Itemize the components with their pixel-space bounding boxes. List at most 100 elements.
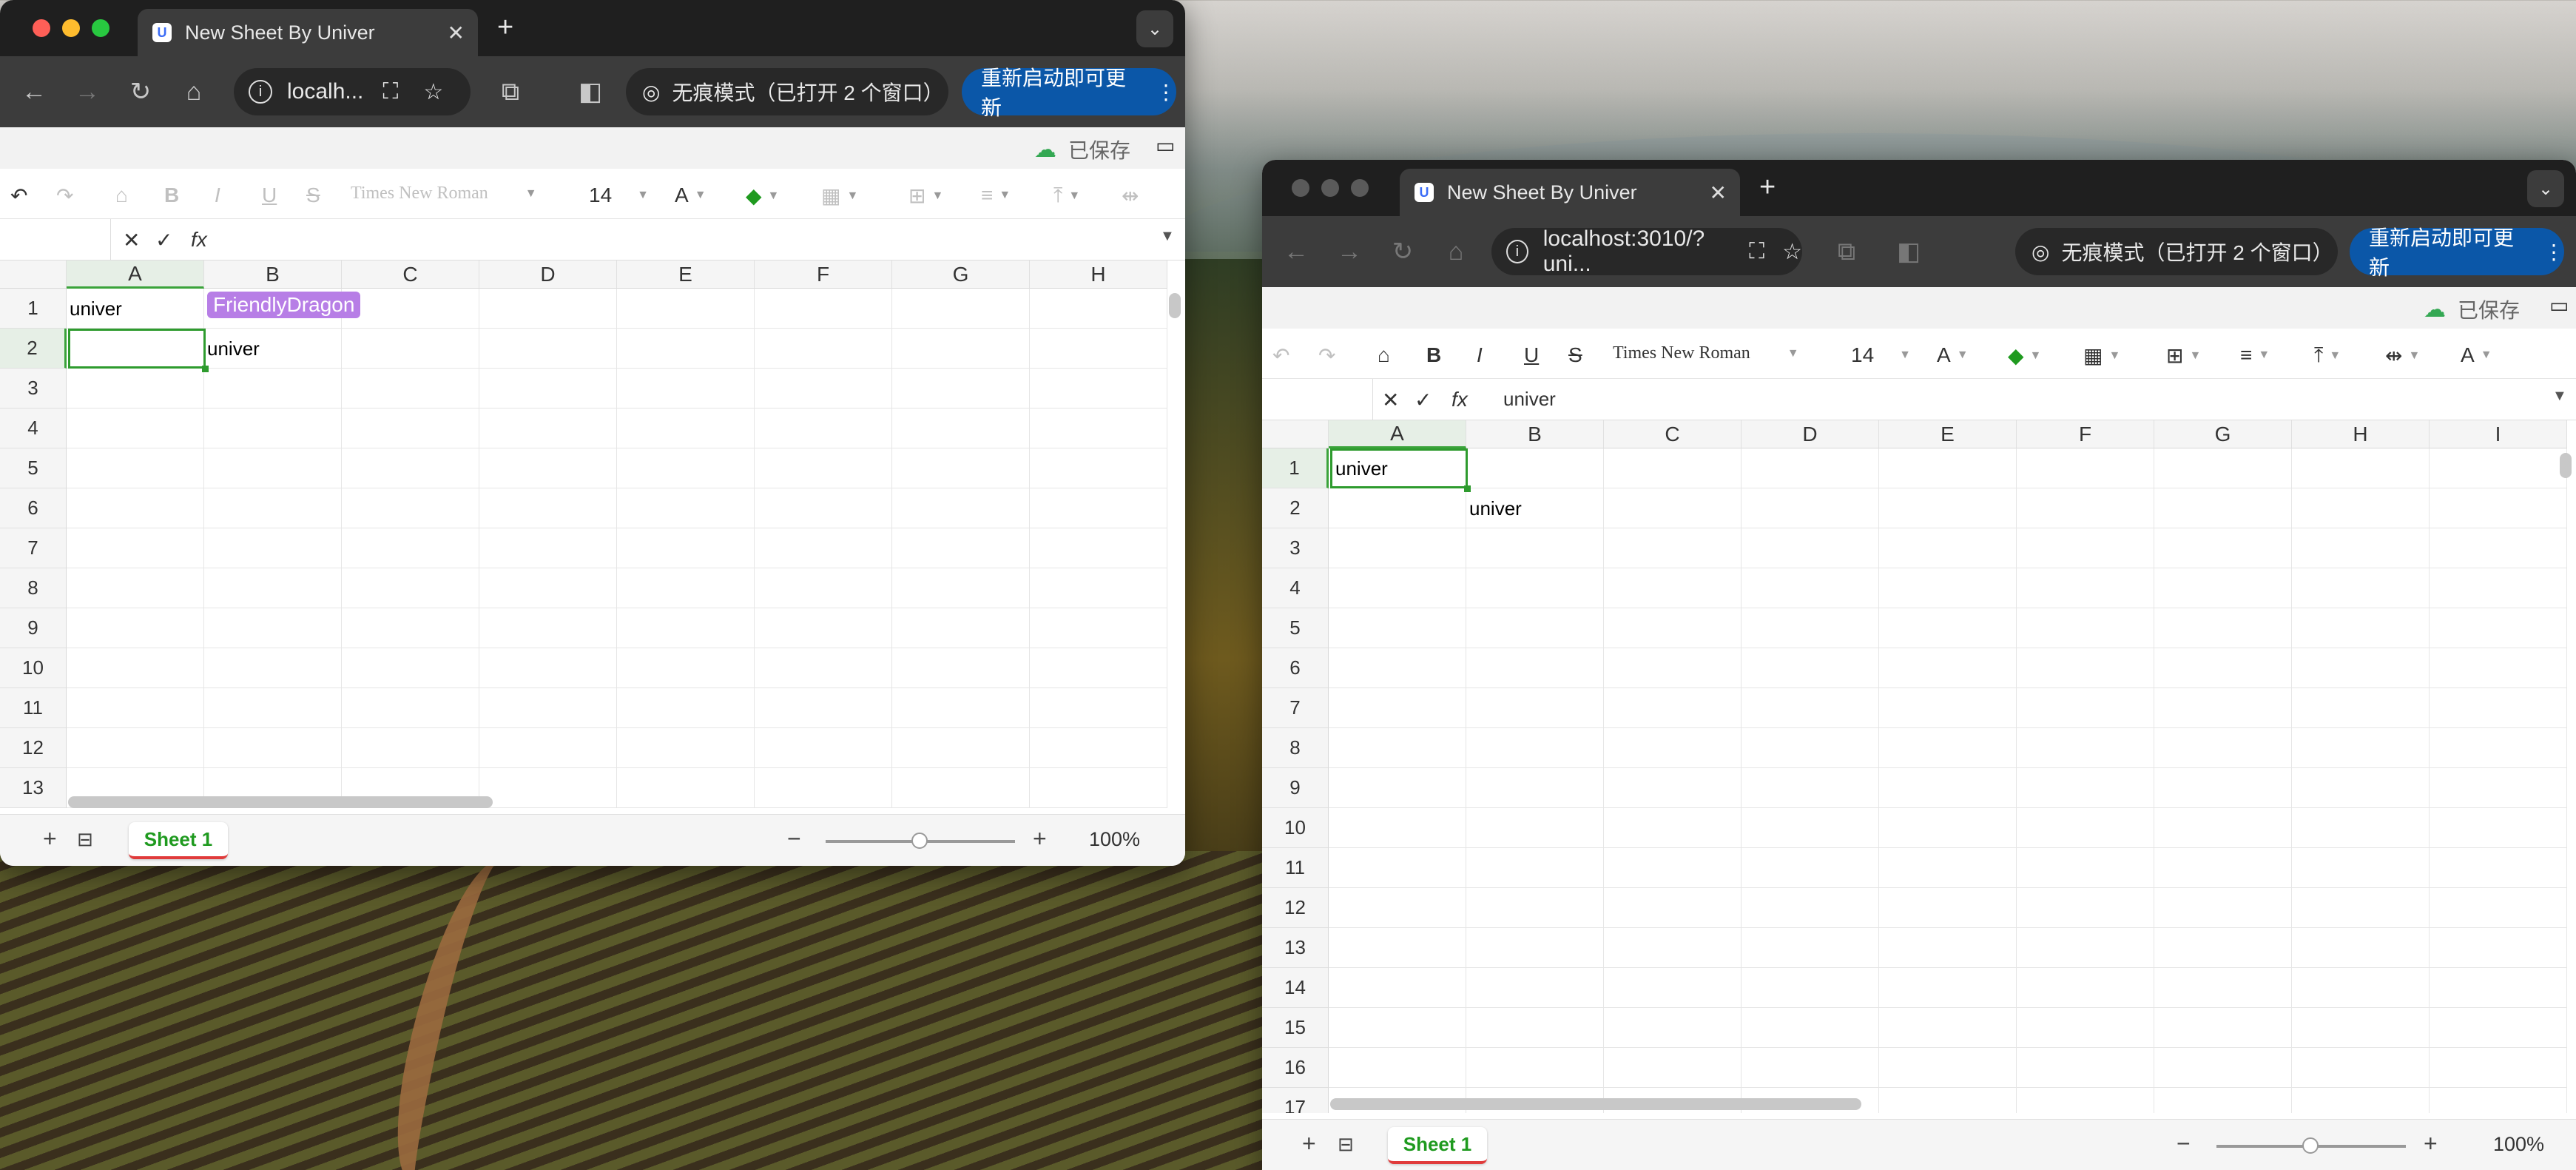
confirm-formula-icon[interactable]: ✓ <box>155 228 172 252</box>
grid-cell[interactable] <box>2017 688 2154 728</box>
grid-cell[interactable] <box>2154 888 2292 928</box>
grid-cell[interactable] <box>1742 608 1879 648</box>
grid-cell[interactable] <box>1329 608 1466 648</box>
grid-cell[interactable] <box>2430 728 2567 768</box>
zoom-slider-knob[interactable] <box>911 833 928 849</box>
grid-cell[interactable] <box>755 369 892 409</box>
grid-cell[interactable] <box>892 369 1030 409</box>
forward-icon[interactable]: → <box>1332 234 1367 269</box>
grid-cell[interactable] <box>2154 968 2292 1008</box>
grid-cell[interactable] <box>2154 688 2292 728</box>
grid-cell[interactable] <box>755 768 892 808</box>
font-size-select[interactable]: 14 ▼ <box>1851 343 1911 367</box>
grid-cell[interactable] <box>342 728 479 768</box>
vertical-scrollbar[interactable] <box>1169 293 1181 318</box>
grid-cell[interactable] <box>2430 608 2567 648</box>
column-header-g[interactable]: G <box>892 260 1030 289</box>
row-header-5[interactable]: 5 <box>1262 608 1329 648</box>
expand-formula-icon[interactable]: ▼ <box>1160 228 1175 245</box>
grid-cell[interactable] <box>2017 808 2154 848</box>
update-button[interactable]: 重新启动即可更新 ⋮ <box>2350 226 2564 279</box>
maximize-window-button[interactable] <box>92 19 109 37</box>
row-header-3[interactable]: 3 <box>0 369 67 409</box>
grid-cell[interactable] <box>1030 289 1167 329</box>
grid-cell[interactable] <box>617 488 755 528</box>
grid-cell[interactable] <box>2292 768 2430 808</box>
row-header-7[interactable]: 7 <box>1262 688 1329 728</box>
row-header-12[interactable]: 12 <box>1262 888 1329 928</box>
grid-cell[interactable] <box>2430 488 2567 528</box>
grid-cell[interactable] <box>617 528 755 568</box>
underline-icon[interactable]: U <box>1524 343 1539 367</box>
grid-cell[interactable] <box>2292 648 2430 688</box>
bookmark-star-icon[interactable]: ☆ <box>423 79 443 105</box>
grid-cell[interactable] <box>1466 448 1604 488</box>
column-header-b[interactable]: B <box>204 260 342 289</box>
forward-icon[interactable]: → <box>70 74 105 110</box>
grid-cell[interactable] <box>2017 1048 2154 1088</box>
url-omnibox[interactable]: i localh... ⛶ ☆ <box>234 68 471 115</box>
grid-cell[interactable] <box>2017 968 2154 1008</box>
grid-cell[interactable] <box>1604 928 1742 968</box>
extensions-icon[interactable]: ⧉ <box>493 74 528 110</box>
grid-cell[interactable] <box>1466 1048 1604 1088</box>
grid-cell[interactable] <box>479 768 617 808</box>
grid-cell[interactable] <box>617 448 755 488</box>
grid-cell[interactable] <box>755 728 892 768</box>
grid-cell[interactable] <box>892 409 1030 448</box>
present-icon[interactable]: ▭ <box>1156 133 1175 158</box>
grid-cell[interactable] <box>1742 648 1879 688</box>
column-header-e[interactable]: E <box>1879 420 2017 448</box>
grid-cell[interactable] <box>2154 728 2292 768</box>
vertical-scrollbar[interactable] <box>2560 453 2572 478</box>
row-header-6[interactable]: 6 <box>0 488 67 528</box>
grid-cell[interactable] <box>617 688 755 728</box>
minimize-window-button[interactable] <box>62 19 80 37</box>
grid-cell[interactable] <box>755 409 892 448</box>
merge-icon[interactable]: ⊞ ▼ <box>908 184 943 208</box>
italic-icon[interactable]: I <box>1477 343 1483 367</box>
grid-cell[interactable] <box>67 488 204 528</box>
grid-cell[interactable] <box>892 528 1030 568</box>
grid-cell[interactable] <box>755 488 892 528</box>
grid-cell[interactable] <box>892 488 1030 528</box>
maximize-window-button[interactable] <box>1351 179 1369 197</box>
grid-cell[interactable] <box>1604 768 1742 808</box>
grid-cell[interactable] <box>2292 568 2430 608</box>
grid-cell[interactable] <box>1466 648 1604 688</box>
grid-cell[interactable] <box>2154 448 2292 488</box>
row-header-13[interactable]: 13 <box>1262 928 1329 968</box>
grid-cell[interactable] <box>1030 329 1167 369</box>
grid-cell[interactable] <box>2292 1088 2430 1113</box>
zoom-out-icon[interactable]: − <box>787 825 801 853</box>
zoom-slider-knob[interactable] <box>2302 1137 2319 1154</box>
bold-icon[interactable]: B <box>1426 343 1441 367</box>
text-color-icon[interactable]: A ▼ <box>1937 343 1969 367</box>
grid-cell[interactable] <box>755 648 892 688</box>
grid-cell[interactable] <box>2154 568 2292 608</box>
active-cell-a2[interactable] <box>68 329 206 369</box>
cell-b2[interactable]: univer <box>204 329 342 369</box>
grid-cell[interactable] <box>67 688 204 728</box>
back-icon[interactable]: ← <box>1278 234 1314 269</box>
sheet-list-icon[interactable]: ⊟ <box>1338 1133 1354 1156</box>
merge-icon[interactable]: ⊞ ▼ <box>2166 343 2201 368</box>
row-header-2[interactable]: 2 <box>1262 488 1329 528</box>
row-header-11[interactable]: 11 <box>0 688 67 728</box>
url-omnibox[interactable]: i localhost:3010/?uni... ⛶ ☆ <box>1491 226 1802 276</box>
row-header-4[interactable]: 4 <box>1262 568 1329 608</box>
reload-icon[interactable]: ↻ <box>123 74 158 110</box>
column-header-d[interactable]: D <box>1742 420 1879 448</box>
grid-cell[interactable] <box>1466 888 1604 928</box>
active-cell-a1[interactable]: univer <box>1330 448 1468 488</box>
grid-cell[interactable] <box>1742 928 1879 968</box>
grid-cell[interactable] <box>2154 1088 2292 1113</box>
grid-cell[interactable] <box>1604 728 1742 768</box>
extensions-icon[interactable]: ⧉ <box>1829 234 1864 269</box>
cell-b2[interactable]: univer <box>1466 488 1604 528</box>
grid-cell[interactable] <box>1466 1008 1604 1048</box>
grid-cell[interactable] <box>2154 808 2292 848</box>
grid-cell[interactable] <box>204 448 342 488</box>
grid-cell[interactable] <box>617 648 755 688</box>
grid-cell[interactable] <box>1030 728 1167 768</box>
